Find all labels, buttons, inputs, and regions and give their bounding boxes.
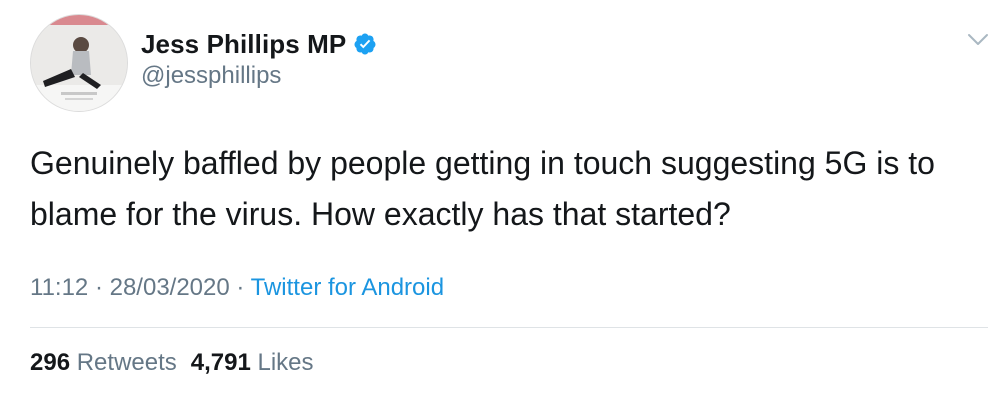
avatar[interactable]	[30, 14, 128, 112]
retweets-label: Retweets	[76, 349, 177, 376]
tweet-time[interactable]: 11:12	[30, 274, 88, 301]
chevron-down-icon[interactable]	[967, 33, 989, 47]
tweet-date[interactable]: 28/03/2020	[110, 274, 230, 301]
verified-badge-icon	[353, 32, 377, 56]
profile-photo-icon	[31, 15, 127, 111]
likes-label: Likes	[257, 349, 314, 376]
likes-count: 4,791	[190, 349, 251, 376]
author-handle[interactable]: @jessphillips	[141, 62, 281, 90]
divider	[30, 327, 988, 328]
author-name-row[interactable]: Jess Phillips MP	[141, 26, 377, 62]
meta-separator: ·	[88, 274, 110, 301]
tweet-text: Genuinely baffled by people getting in t…	[30, 145, 935, 232]
tweet-card: Jess Phillips MP @jessphillips Genuinely…	[0, 0, 1000, 397]
display-name[interactable]: Jess Phillips MP	[141, 29, 346, 60]
tweet-meta: 11:12 · 28/03/2020 · Twitter for Android	[30, 274, 444, 302]
meta-separator: ·	[229, 274, 251, 301]
tweet-source-link[interactable]: Twitter for Android	[251, 274, 444, 301]
retweets-count: 296	[30, 349, 71, 376]
tweet-stats: 296 Retweets 4,791 Likes	[30, 349, 314, 377]
retweets-stat[interactable]: 296 Retweets	[30, 349, 177, 376]
likes-stat[interactable]: 4,791 Likes	[191, 349, 314, 376]
